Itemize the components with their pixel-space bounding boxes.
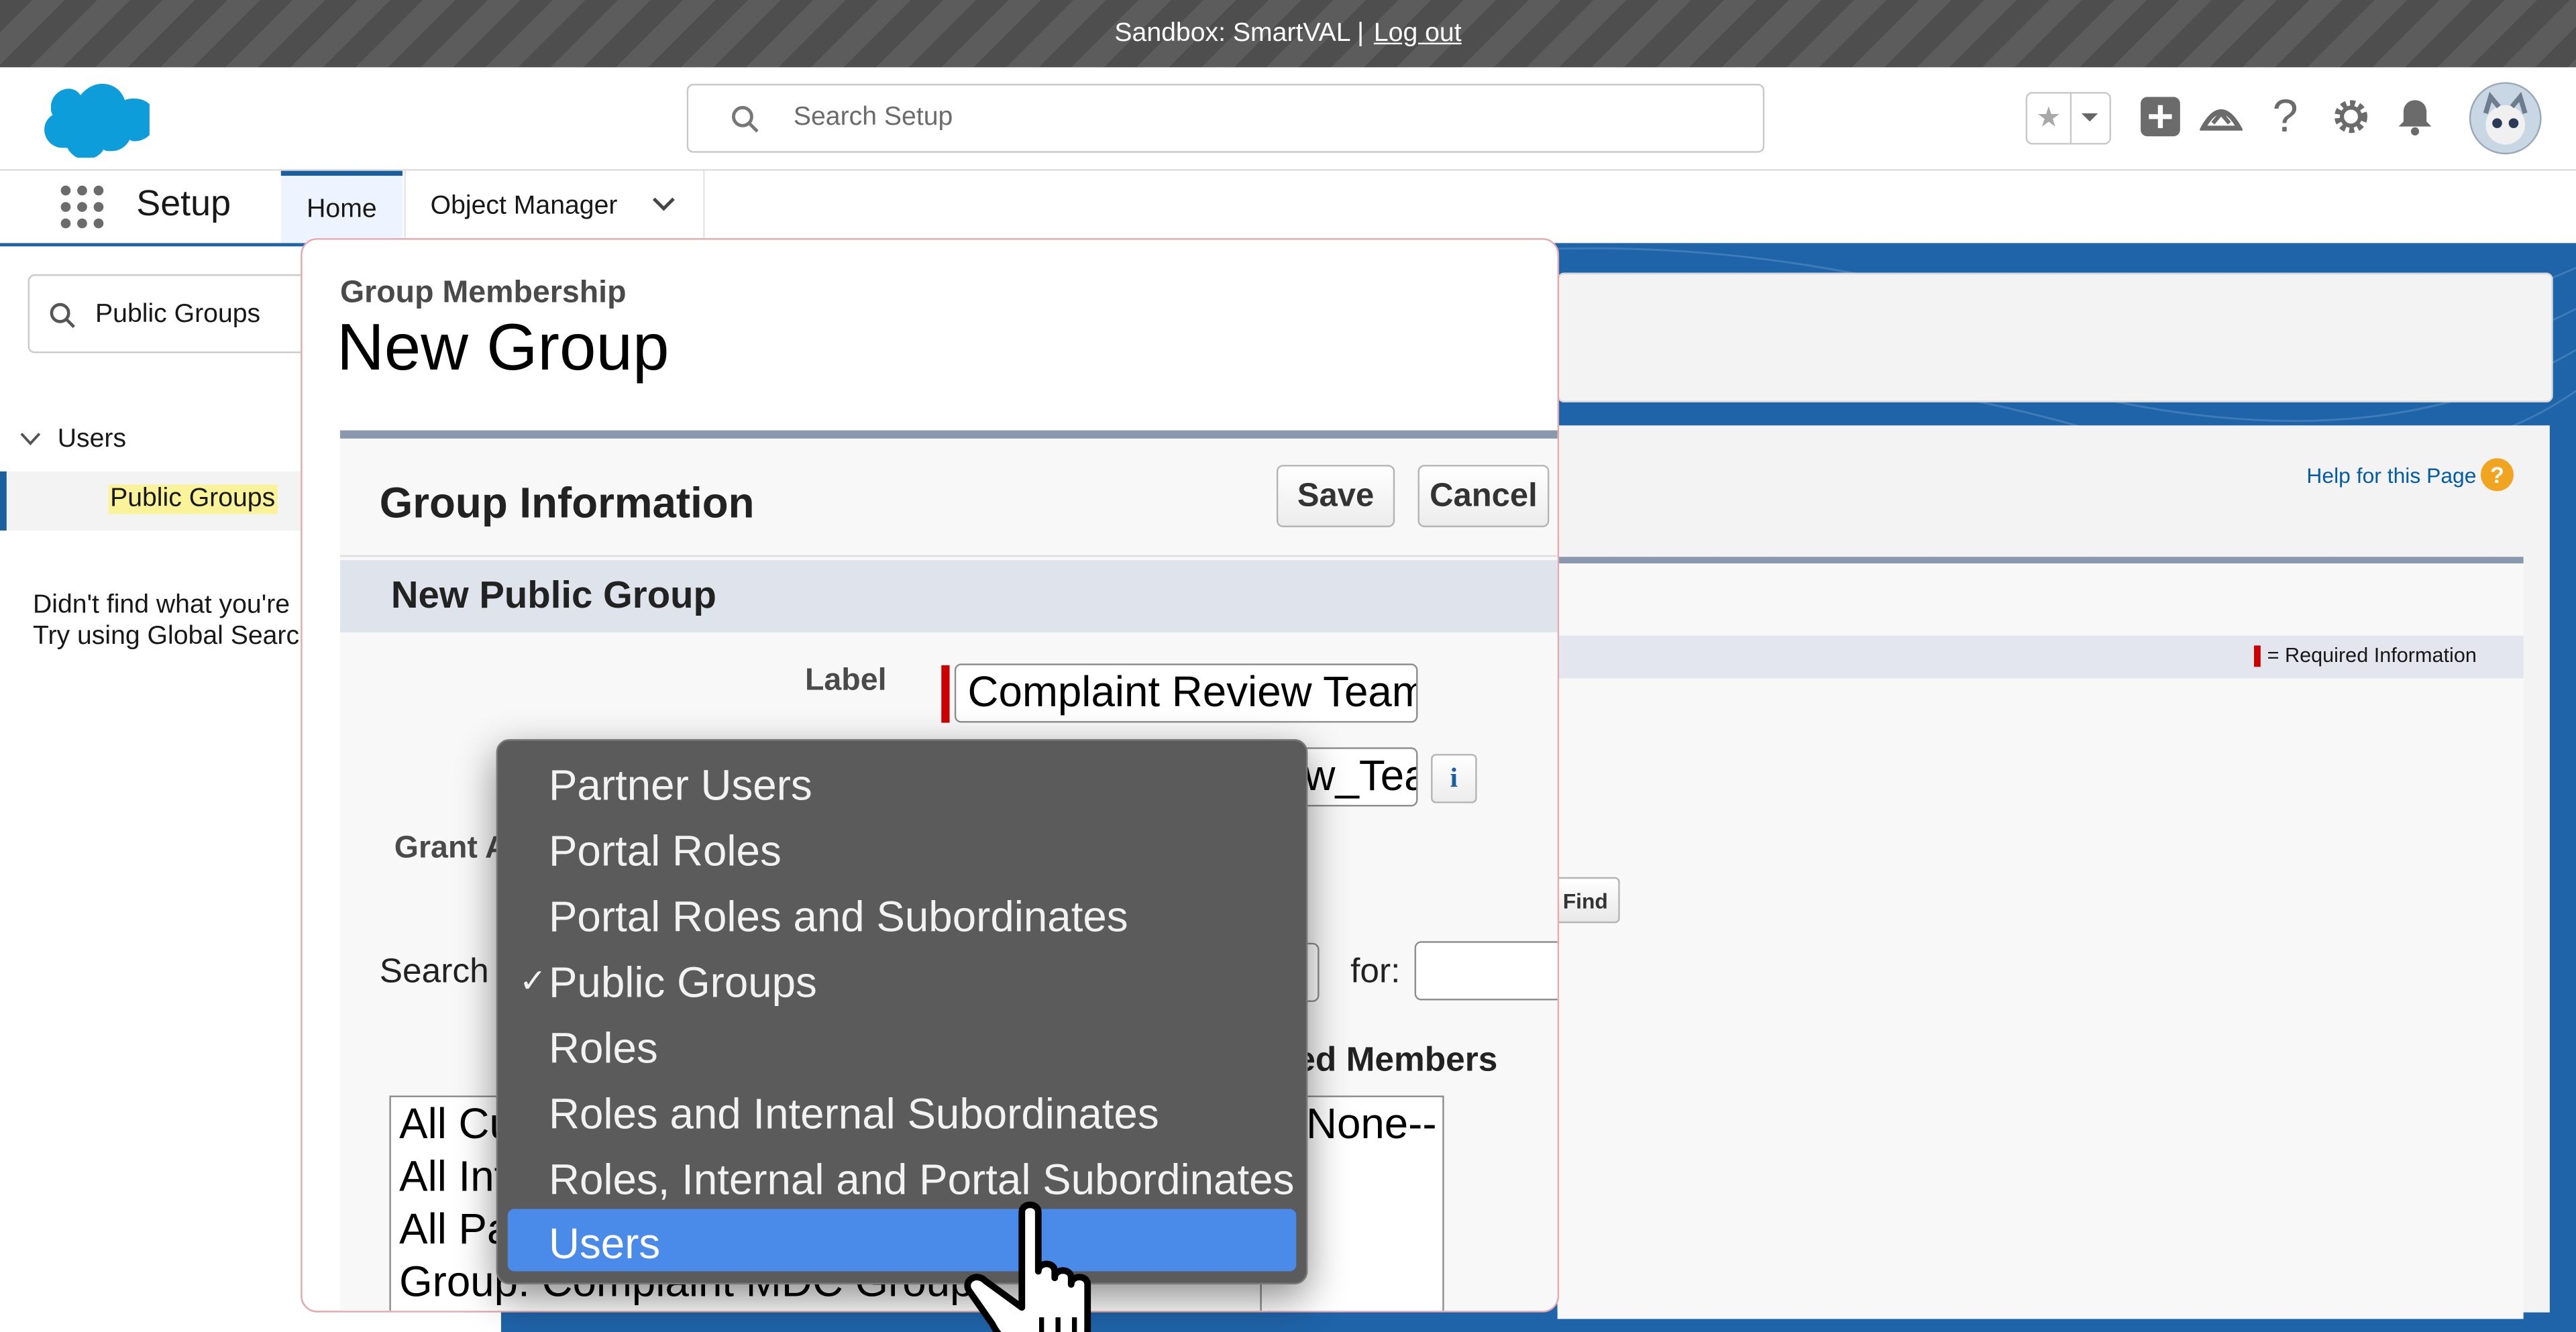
- checkmark-icon: ✓: [519, 964, 547, 1001]
- dropdown-item-label: Portal Roles: [548, 826, 782, 876]
- help-icon[interactable]: ?: [2264, 91, 2307, 142]
- plus-icon[interactable]: [2139, 95, 2182, 138]
- sub-section-title: New Public Group: [390, 573, 716, 616]
- logout-link[interactable]: Log out: [1374, 19, 1462, 48]
- required-marker: [2254, 645, 2261, 667]
- chevron-down-icon[interactable]: [19, 425, 41, 455]
- favorites-button-group[interactable]: ★: [2025, 92, 2111, 145]
- dropdown-item-label: Roles: [548, 1023, 658, 1073]
- dropdown-item-label: Users: [548, 1219, 661, 1268]
- modal-title: New Group: [337, 312, 669, 385]
- dropdown-item-users[interactable]: Users: [507, 1209, 1297, 1272]
- help-for-page-link[interactable]: Help for this Page: [2306, 463, 2476, 488]
- dropdown-item-label: Partner Users: [548, 760, 812, 810]
- search-icon: [732, 105, 759, 133]
- not-found-line-2: Try using Global Search: [32, 622, 314, 651]
- sandbox-bar: Sandbox: SmartVAL | Log out: [0, 0, 2576, 68]
- not-found-line-1: Didn't find what you're: [32, 591, 290, 620]
- dropdown-item-partner-users[interactable]: Partner Users: [508, 751, 1297, 813]
- group-name-input[interactable]: w_Tea: [1291, 747, 1418, 807]
- dropdown-item-roles-internal-and-portal-subordinates[interactable]: Roles, Internal and Portal Subordinates: [508, 1145, 1297, 1207]
- cancel-button[interactable]: Cancel: [1417, 465, 1550, 528]
- help-icon[interactable]: ?: [2480, 458, 2514, 492]
- required-marker: [941, 665, 950, 723]
- search-icon: [50, 302, 75, 329]
- chevron-down-icon[interactable]: [2072, 94, 2108, 143]
- find-button[interactable]: Find: [1550, 877, 1620, 924]
- modal-subtitle: Group Membership: [339, 276, 627, 311]
- search-for-input[interactable]: [1414, 941, 1558, 1001]
- sub-section-header: New Public Group: [339, 560, 1558, 632]
- search-label: Search: [379, 952, 489, 991]
- star-icon[interactable]: ★: [2027, 93, 2072, 144]
- app-name: Setup: [136, 182, 231, 224]
- search-placeholder: Search Setup: [793, 103, 953, 131]
- dropdown-item-portal-roles-and-subordinates[interactable]: Portal Roles and Subordinates: [508, 882, 1297, 944]
- tree-item-public-groups-label: Public Groups: [108, 484, 277, 514]
- selected-members-header: ed Members: [1296, 1041, 1498, 1079]
- required-info-row: = Required Information: [1557, 635, 2524, 679]
- dropdown-item-public-groups[interactable]: ✓ Public Groups: [508, 948, 1297, 1010]
- dropdown-item-roles-and-internal-subordinates[interactable]: Roles and Internal Subordinates: [508, 1079, 1297, 1142]
- avatar[interactable]: [2469, 82, 2542, 155]
- page-header-card: [1557, 272, 2553, 403]
- tab-object-manager[interactable]: Object Manager: [404, 170, 705, 243]
- cursor-hand-icon: [964, 1201, 1091, 1332]
- search-setup-input[interactable]: Search Setup: [686, 83, 1765, 153]
- required-info-text: = Required Information: [2267, 644, 2477, 667]
- dropdown-item-portal-roles[interactable]: Portal Roles: [508, 816, 1297, 879]
- search-type-dropdown: Partner Users Portal Roles Portal Roles …: [496, 739, 1308, 1285]
- dropdown-item-label: Roles, Internal and Portal Subordinates: [548, 1154, 1295, 1205]
- sandbox-text: Sandbox: SmartVAL |: [1114, 19, 1364, 47]
- grant-access-label: Grant A: [394, 831, 508, 866]
- gear-icon[interactable]: [2330, 95, 2373, 138]
- dropdown-item-label: Roles and Internal Subordinates: [548, 1089, 1159, 1139]
- quick-find-value: Public Groups: [95, 300, 261, 329]
- save-button[interactable]: Save: [1276, 465, 1395, 528]
- tree-item-users[interactable]: Users: [19, 425, 126, 455]
- tree-item-users-label: Users: [57, 425, 127, 453]
- section-title: Group Information: [379, 478, 755, 528]
- tab-home[interactable]: Home: [280, 170, 403, 243]
- app-launcher-icon[interactable]: [59, 184, 105, 230]
- chevron-down-icon[interactable]: [652, 197, 675, 212]
- trailhead-icon[interactable]: [2200, 95, 2243, 138]
- divider: [339, 555, 1558, 557]
- dropdown-item-label: Public Groups: [548, 957, 817, 1007]
- label-input[interactable]: Complaint Review Team: [954, 663, 1418, 723]
- salesforce-cloud-logo[interactable]: [32, 82, 150, 158]
- not-found-hint: Didn't find what you're Try using Global…: [33, 590, 314, 652]
- dropdown-item-roles[interactable]: Roles: [508, 1013, 1297, 1076]
- info-icon[interactable]: i: [1431, 754, 1477, 803]
- bell-icon[interactable]: [2394, 95, 2436, 138]
- label-field-label: Label: [805, 663, 887, 698]
- tab-object-manager-label: Object Manager: [430, 192, 618, 221]
- for-label: for:: [1350, 952, 1401, 991]
- dropdown-item-label: Portal Roles and Subordinates: [548, 891, 1128, 942]
- page-content-card: [1557, 425, 2550, 1319]
